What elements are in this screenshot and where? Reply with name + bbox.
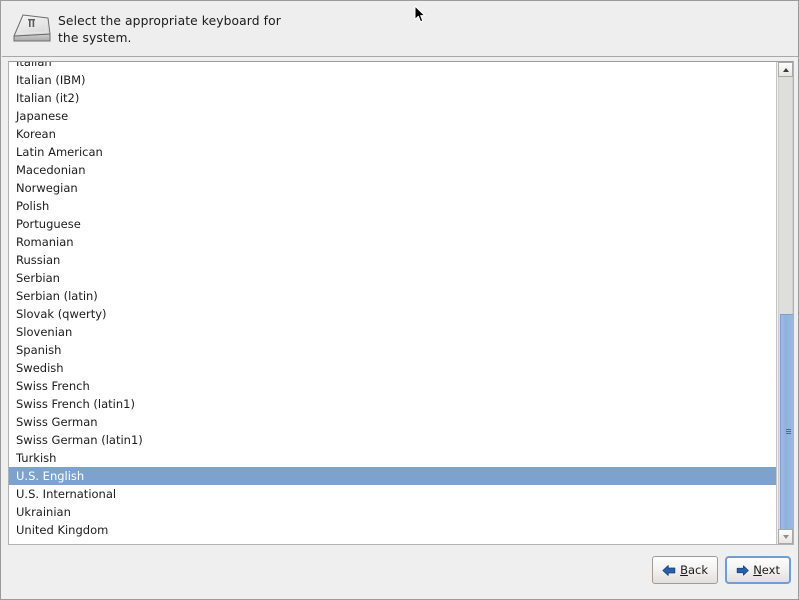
footer-bar: Back Next xyxy=(2,545,798,598)
header-banner: Select the appropriate keyboard for the … xyxy=(2,2,798,57)
list-viewport[interactable]: Italian Italian (IBM) Italian (it2) Japanes… xyxy=(9,62,778,544)
installer-window: Select the appropriate keyboard for the … xyxy=(0,0,799,600)
list-item[interactable]: Japanese xyxy=(9,107,778,125)
list-item[interactable]: Italian (it2) xyxy=(9,89,778,107)
list-item[interactable]: Swiss German xyxy=(9,413,778,431)
list-item[interactable]: Macedonian xyxy=(9,161,778,179)
list-item[interactable]: Russian xyxy=(9,251,778,269)
scrollbar-thumb[interactable] xyxy=(780,314,793,544)
back-button[interactable]: Back xyxy=(652,556,718,584)
list-item[interactable]: U.S. English xyxy=(9,467,778,485)
list-item[interactable]: Latin American xyxy=(9,143,778,161)
scroll-down-arrow-icon[interactable] xyxy=(778,529,793,544)
list-item[interactable]: Swiss German (latin1) xyxy=(9,431,778,449)
scroll-down-glyph xyxy=(782,534,789,539)
next-mnemonic: N xyxy=(753,563,762,577)
header-instruction: Select the appropriate keyboard for the … xyxy=(58,13,281,46)
list-item[interactable]: Swiss French (latin1) xyxy=(9,395,778,413)
list-item[interactable]: Norwegian xyxy=(9,179,778,197)
next-button[interactable]: Next xyxy=(725,556,791,584)
scroll-up-arrow-icon[interactable] xyxy=(778,62,793,77)
back-button-label: Back xyxy=(680,563,708,577)
list-items-container: Italian Italian (IBM) Italian (it2) Japanes… xyxy=(9,62,778,539)
scroll-up-glyph xyxy=(782,67,789,72)
list-item[interactable]: Portuguese xyxy=(9,215,778,233)
arrow-right-icon xyxy=(736,564,749,576)
list-item[interactable]: Slovenian xyxy=(9,323,778,341)
keyboard-layout-list[interactable]: Italian Italian (IBM) Italian (it2) Japanes… xyxy=(8,61,794,545)
header-instruction-line2: the system. xyxy=(58,30,132,45)
list-item[interactable]: Polish xyxy=(9,197,778,215)
list-item[interactable]: Italian (IBM) xyxy=(9,71,778,89)
list-item[interactable]: Italian xyxy=(9,62,778,71)
list-item[interactable]: Serbian (latin) xyxy=(9,287,778,305)
next-rest: ext xyxy=(761,563,780,577)
list-item[interactable]: United Kingdom xyxy=(9,521,778,539)
list-item[interactable]: Swiss French xyxy=(9,377,778,395)
list-item[interactable]: U.S. International xyxy=(9,485,778,503)
scrollbar-grip xyxy=(786,428,791,435)
keyboard-icon xyxy=(10,8,56,52)
arrow-left-icon xyxy=(662,564,676,576)
list-item[interactable]: Korean xyxy=(9,125,778,143)
back-mnemonic: B xyxy=(680,563,688,577)
vertical-scrollbar[interactable] xyxy=(776,62,793,544)
list-item[interactable]: Turkish xyxy=(9,449,778,467)
list-item[interactable]: Serbian xyxy=(9,269,778,287)
back-rest: ack xyxy=(687,563,708,577)
list-item[interactable]: Romanian xyxy=(9,233,778,251)
list-item[interactable]: Swedish xyxy=(9,359,778,377)
list-item[interactable]: Ukrainian xyxy=(9,503,778,521)
header-instruction-line1: Select the appropriate keyboard for xyxy=(58,14,281,28)
scrollbar-track[interactable] xyxy=(778,77,793,544)
list-item[interactable]: Spanish xyxy=(9,341,778,359)
list-item[interactable]: Slovak (qwerty) xyxy=(9,305,778,323)
next-button-label: Next xyxy=(753,563,780,577)
